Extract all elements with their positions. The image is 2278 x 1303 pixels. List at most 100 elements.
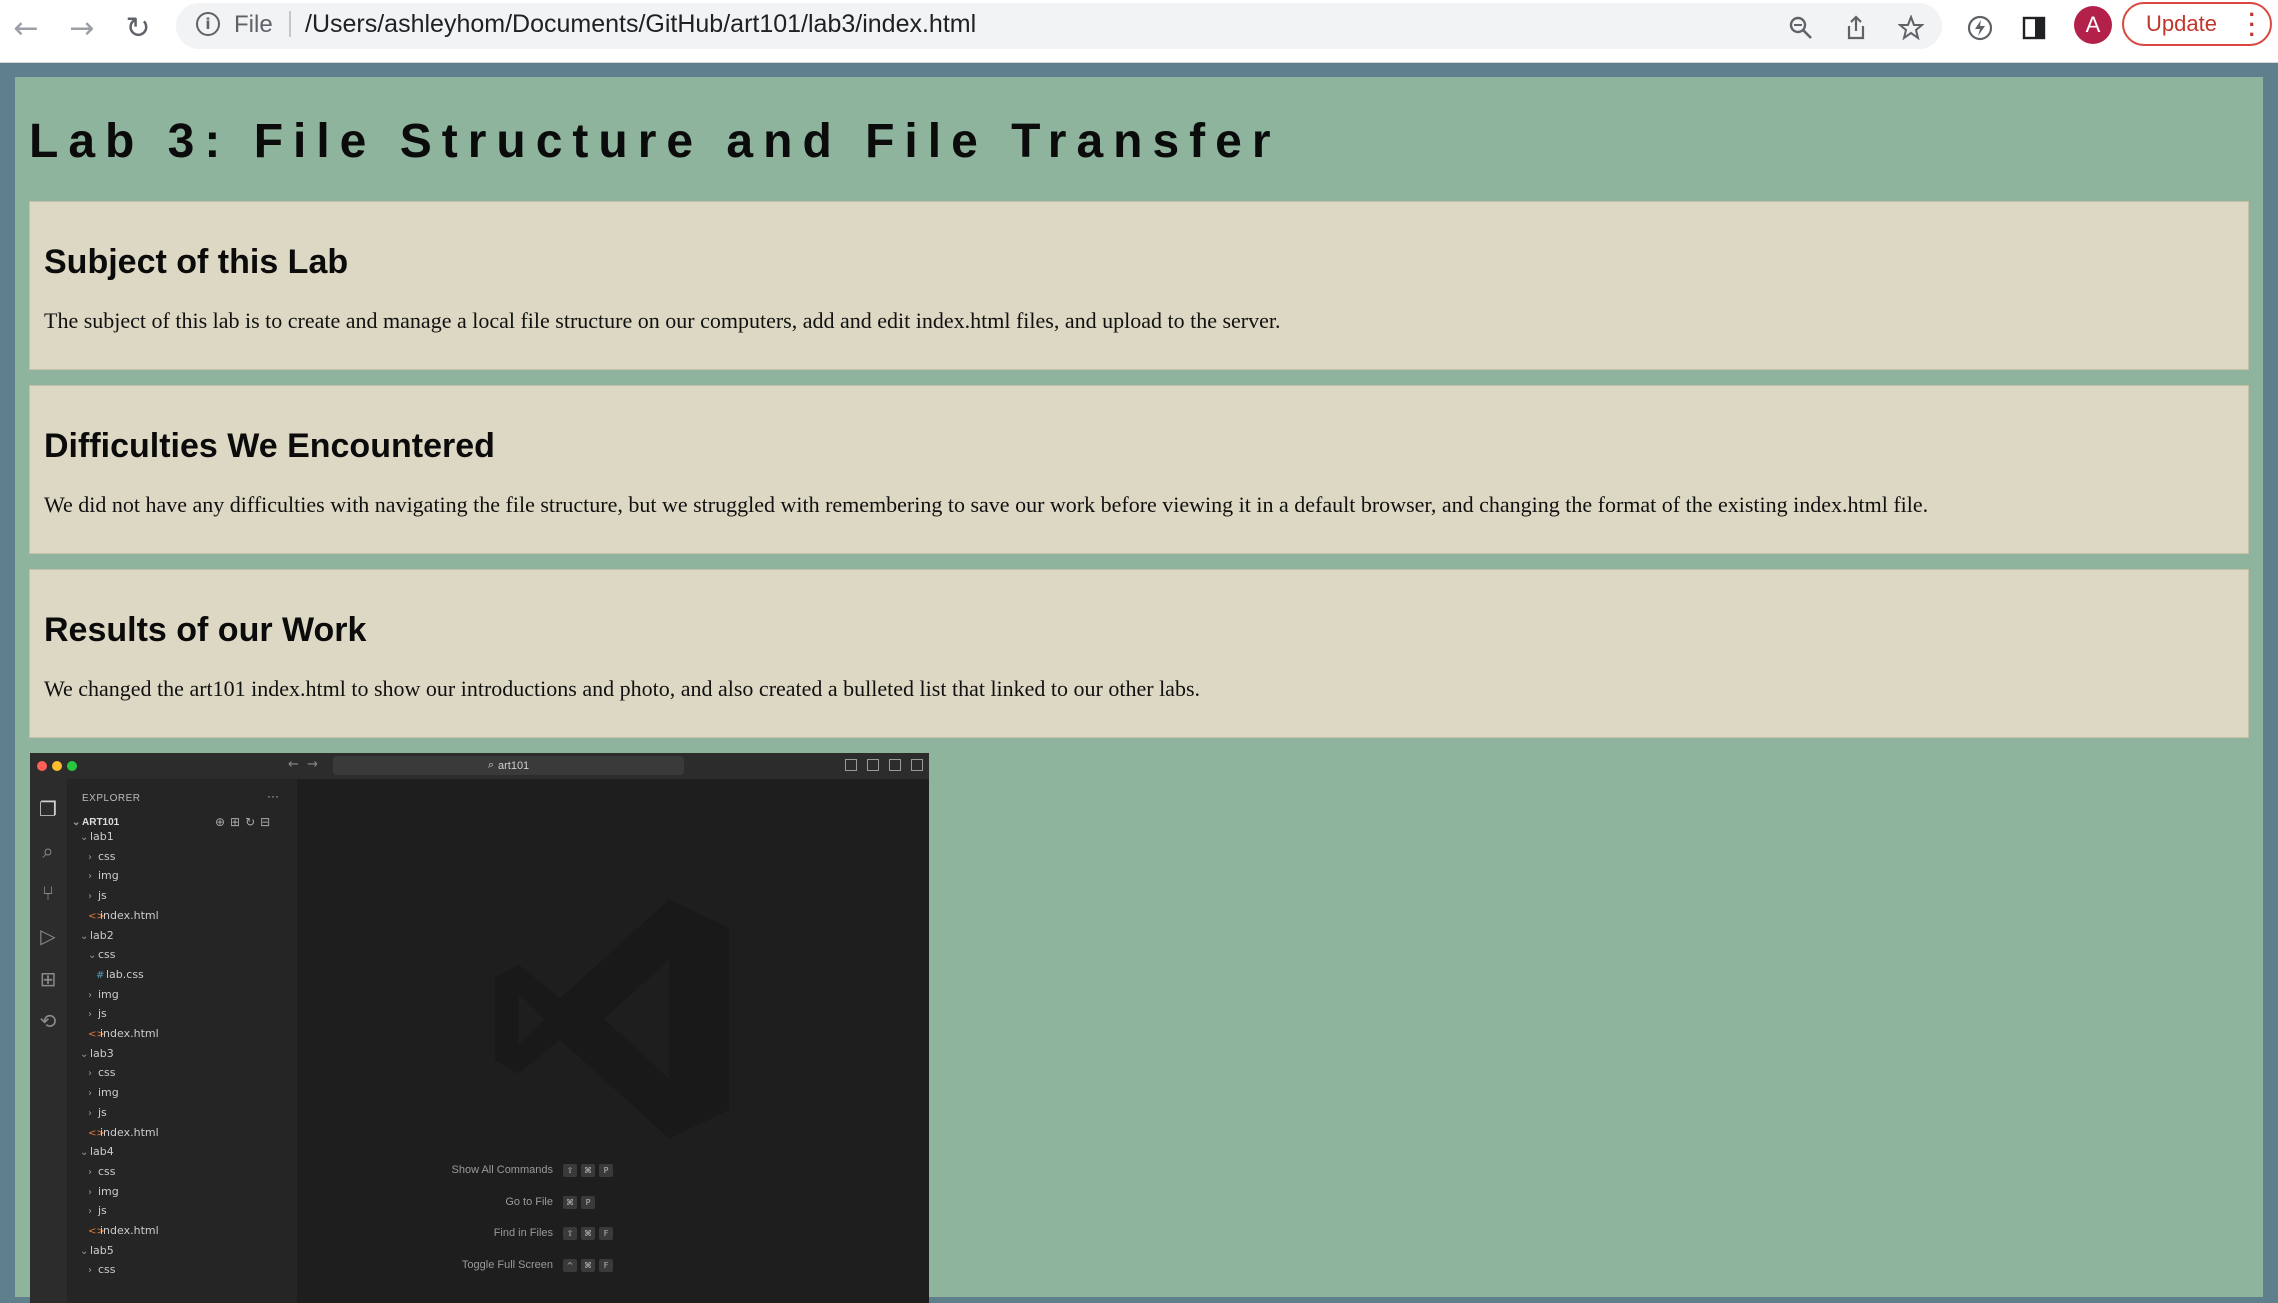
tree-label: css (98, 948, 116, 962)
shortcut-label: Find in Files (493, 1227, 553, 1239)
tree-label: js (98, 1105, 107, 1119)
chevron-right-icon: › (88, 871, 92, 883)
forward-arrow-icon[interactable]: → (64, 10, 100, 46)
source-control-icon: ⑂ (42, 881, 54, 905)
vscode-screenshot-image: ← → ⌕ art101 ❐ ⌕ ⑂ ▷ ⊞ ⟲ EXPLORER ··· ⌄ AR… (30, 753, 929, 1303)
shortcut-row: Toggle Full Screen ^ ⌘ F (462, 1258, 615, 1272)
side-panel-icon[interactable] (2014, 8, 2054, 48)
zoom-icon[interactable] (1781, 8, 1821, 48)
section-heading: Subject of this Lab (44, 243, 349, 281)
explorer-more-icon: ··· (267, 789, 279, 803)
tree-folder: › js (88, 889, 107, 902)
layout-panel-icon (867, 759, 879, 771)
tree-label: js (98, 1204, 107, 1218)
share-icon[interactable] (1836, 8, 1876, 48)
html-file-icon: <> (88, 910, 105, 922)
minimize-dot (52, 761, 62, 771)
chevron-right-icon: › (88, 851, 92, 863)
section-difficulties: Difficulties We Encountered We did not h… (29, 385, 2249, 554)
tree-folder: ⌄ lab2 (80, 929, 114, 942)
page-viewport: Lab 3: File Structure and File Transfer … (0, 63, 2278, 1303)
layout-custom-icon (911, 759, 923, 771)
section-text: We did not have any difficulties with na… (44, 492, 1929, 517)
tree-folder: › img (88, 1185, 119, 1198)
chevron-down-icon: ⌄ (80, 1048, 89, 1060)
tree-file: <>index.html (88, 1027, 159, 1040)
section-results: Results of our Work We changed the art10… (29, 569, 2249, 738)
keycap: ⇧ (563, 1164, 577, 1177)
tree-folder: › img (88, 1086, 119, 1099)
tree-label: lab1 (90, 830, 114, 843)
file-scheme-label: File (234, 11, 273, 38)
explorer-header: EXPLORER (82, 793, 141, 804)
explorer-root: ⌄ ART101 (72, 817, 120, 828)
chevron-down-icon: ⌄ (80, 930, 89, 942)
tree-label: index.html (100, 1027, 159, 1040)
keycap: F (599, 1258, 613, 1272)
keycap: ^ (563, 1258, 577, 1272)
files-icon: ❐ (39, 797, 57, 821)
explorer-actions-icon: ⊕⊞↻⊟ (215, 815, 276, 829)
reload-icon[interactable]: ↻ (120, 10, 156, 46)
extension-icon[interactable] (1960, 8, 2000, 48)
tree-folder: › css (88, 1263, 116, 1276)
tree-label: js (98, 889, 107, 903)
keycap: ⌘ (581, 1164, 595, 1177)
css-file-icon: # (96, 969, 105, 981)
keycap: F (599, 1227, 613, 1240)
keycap: ⌘ (581, 1258, 595, 1272)
tree-label: img (98, 987, 119, 1001)
tree-folder: › css (88, 850, 116, 863)
update-button[interactable]: Update · · · (2122, 2, 2272, 46)
page-body: Lab 3: File Structure and File Transfer … (15, 77, 2263, 1303)
tree-label: css (98, 1066, 116, 1080)
tree-label: index.html (100, 1125, 159, 1139)
tree-folder: › css (88, 1066, 116, 1079)
chevron-right-icon: › (88, 1107, 92, 1119)
keycap: ⌘ (563, 1195, 577, 1209)
more-menu-icon[interactable]: · · · (2249, 4, 2256, 46)
bookmark-star-icon[interactable] (1891, 8, 1931, 48)
tree-label: img (98, 869, 119, 883)
vscode-titlebar: ← → ⌕ art101 (30, 753, 929, 779)
tree-file: <>index.html (88, 909, 159, 922)
tree-label: lab4 (90, 1145, 114, 1159)
vscode-logo-icon (495, 899, 729, 1139)
tree-label: lab3 (90, 1046, 114, 1060)
page-title: Lab 3: File Structure and File Transfer (29, 115, 1281, 168)
chevron-down-icon: ⌄ (88, 950, 97, 962)
keycap: ⇧ (563, 1227, 577, 1240)
remote-icon: ⟲ (39, 1009, 57, 1033)
chevron-down-icon: ⌄ (80, 832, 89, 843)
tree-label: css (98, 1263, 116, 1277)
address-separator (289, 11, 291, 37)
search-icon: ⌕ (42, 839, 54, 863)
tree-label: css (98, 1164, 116, 1178)
profile-avatar[interactable]: A (2074, 6, 2112, 44)
chevron-down-icon: ⌄ (80, 1245, 89, 1257)
tree-folder: ⌄ css (88, 948, 116, 961)
tree-label: lab5 (90, 1243, 114, 1257)
shortcut-row: Go to File ⌘ P (505, 1195, 615, 1209)
layout-sidebar-icon (845, 759, 857, 771)
vscode-nav-arrows-icon: ← → (288, 757, 319, 772)
run-debug-icon: ▷ (40, 924, 56, 948)
url-text[interactable]: /Users/ashleyhom/Documents/GitHub/art101… (305, 10, 976, 39)
section-heading: Difficulties We Encountered (44, 427, 495, 465)
html-file-icon: <> (88, 1127, 105, 1139)
tree-folder: › js (88, 1204, 107, 1217)
update-label: Update (2146, 11, 2217, 36)
site-info-icon[interactable]: i (196, 12, 220, 36)
chevron-right-icon: › (88, 1068, 92, 1080)
keycap: P (599, 1164, 613, 1177)
tree-file: <>index.html (88, 1126, 159, 1139)
keycap: ⌘ (581, 1227, 595, 1240)
vscode-explorer: EXPLORER ··· ⌄ ART101 ⊕⊞↻⊟ ⌄ lab1 › css › img ›… (67, 779, 297, 1303)
back-arrow-icon[interactable]: ← (8, 10, 44, 46)
close-dot (37, 761, 47, 771)
vscode-activity-bar: ❐ ⌕ ⑂ ▷ ⊞ ⟲ (30, 779, 67, 1303)
tree-label: img (98, 1086, 119, 1100)
tree-folder: › img (88, 988, 119, 1001)
chevron-right-icon: › (88, 1186, 92, 1198)
shortcut-label: Show All Commands (451, 1164, 554, 1176)
